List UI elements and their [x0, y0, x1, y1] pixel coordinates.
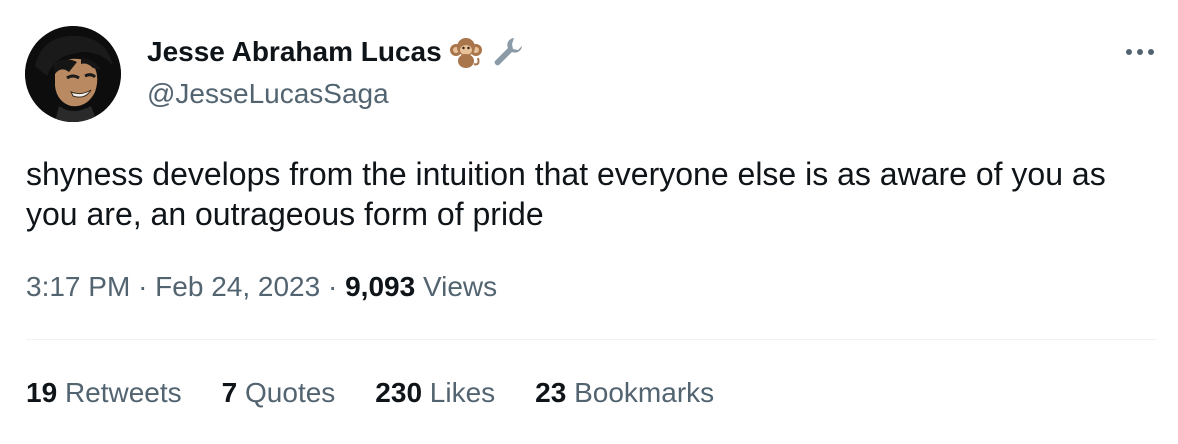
- views-label: Views: [422, 271, 498, 302]
- stat-label: Bookmarks: [574, 377, 715, 408]
- tweet-date[interactable]: Feb 24, 2023: [155, 271, 320, 302]
- avatar-image: [25, 26, 121, 122]
- stat-bookmarks[interactable]: 23 Bookmarks: [535, 374, 714, 412]
- author-name-row: Jesse Abraham Lucas: [147, 34, 526, 70]
- more-options-icon[interactable]: [1120, 40, 1160, 64]
- tweet-meta: 3:17 PM · Feb 24, 2023 · 9,093 Views: [26, 268, 497, 306]
- avatar[interactable]: [25, 26, 121, 122]
- stat-retweets[interactable]: 19 Retweets: [26, 374, 182, 412]
- wrench-icon: [490, 34, 526, 70]
- stat-label: Quotes: [245, 377, 336, 408]
- divider: [26, 339, 1157, 340]
- tweet-card: Jesse Abraham Lucas @JesseLucasSaga shyn…: [0, 0, 1178, 444]
- author-display-name[interactable]: Jesse Abraham Lucas: [147, 34, 442, 70]
- stat-label: Likes: [429, 377, 496, 408]
- stat-count: 19: [26, 377, 58, 408]
- views-count: 9,093: [345, 271, 416, 302]
- stat-likes[interactable]: 230 Likes: [375, 374, 495, 412]
- stat-label: Retweets: [64, 377, 182, 408]
- monkey-icon: [448, 34, 484, 70]
- stat-count: 230: [375, 377, 423, 408]
- stat-count: 23: [535, 377, 567, 408]
- stat-count: 7: [221, 377, 238, 408]
- engagement-stats: 19 Retweets 7 Quotes 230 Likes 23 Bookma…: [26, 374, 714, 412]
- tweet-text: shyness develops from the intuition that…: [26, 156, 1106, 232]
- tweet-time[interactable]: 3:17 PM: [26, 271, 130, 302]
- meta-separator: ·: [138, 271, 148, 302]
- stat-quotes[interactable]: 7 Quotes: [222, 374, 336, 412]
- meta-separator: ·: [327, 271, 338, 302]
- author-handle[interactable]: @JesseLucasSaga: [147, 77, 389, 111]
